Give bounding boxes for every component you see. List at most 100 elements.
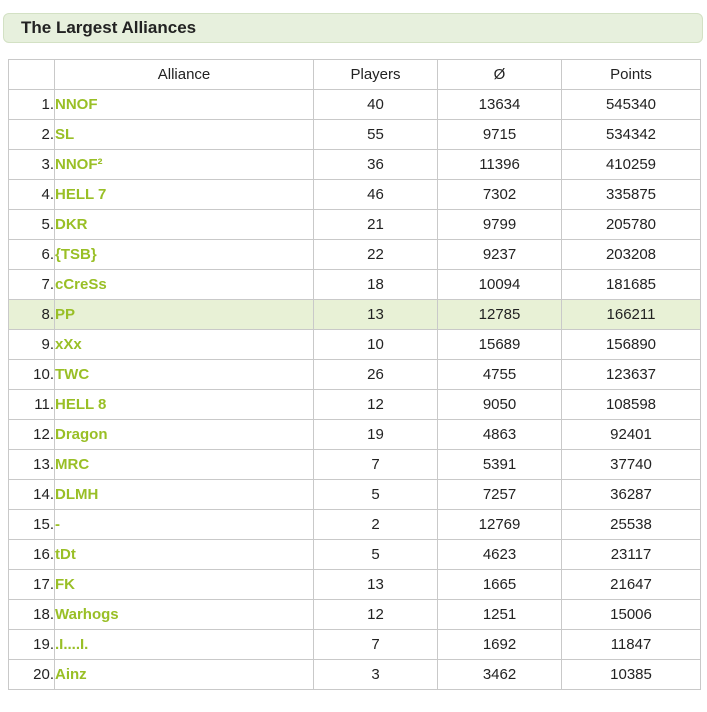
points-cell: 11847 xyxy=(561,629,701,660)
table-row: 13. MRC 7 5391 37740 xyxy=(8,449,701,480)
points-cell: 335875 xyxy=(561,179,701,210)
average-cell: 12769 xyxy=(437,509,562,540)
table-row: 2. SL 55 9715 534342 xyxy=(8,119,701,150)
table-row: 18. Warhogs 12 1251 15006 xyxy=(8,599,701,630)
alliance-name-link[interactable]: Warhogs xyxy=(54,599,314,630)
rank-cell: 17. xyxy=(8,569,55,600)
alliance-name-link[interactable]: Dragon xyxy=(54,419,314,450)
alliance-name-link[interactable]: cCreSs xyxy=(54,269,314,300)
points-cell: 92401 xyxy=(561,419,701,450)
players-cell: 19 xyxy=(313,419,438,450)
players-cell: 7 xyxy=(313,449,438,480)
alliance-name-link[interactable]: FK xyxy=(54,569,314,600)
table-row: 3. NNOF² 36 11396 410259 xyxy=(8,149,701,180)
players-cell: 13 xyxy=(313,569,438,600)
points-cell: 37740 xyxy=(561,449,701,480)
average-cell: 4863 xyxy=(437,419,562,450)
points-cell: 203208 xyxy=(561,239,701,270)
average-cell: 12785 xyxy=(437,299,562,330)
players-cell: 36 xyxy=(313,149,438,180)
table-row: 5. DKR 21 9799 205780 xyxy=(8,209,701,240)
average-cell: 4755 xyxy=(437,359,562,390)
alliance-name-link[interactable]: SL xyxy=(54,119,314,150)
players-cell: 10 xyxy=(313,329,438,360)
alliance-name-link[interactable]: {TSB} xyxy=(54,239,314,270)
average-cell: 9237 xyxy=(437,239,562,270)
players-cell: 46 xyxy=(313,179,438,210)
alliance-name-link[interactable]: NNOF xyxy=(54,89,314,120)
alliance-name-link[interactable]: tDt xyxy=(54,539,314,570)
rank-cell: 7. xyxy=(8,269,55,300)
rank-cell: 9. xyxy=(8,329,55,360)
rank-cell: 20. xyxy=(8,659,55,690)
players-cell: 7 xyxy=(313,629,438,660)
table-row: 17. FK 13 1665 21647 xyxy=(8,569,701,600)
points-cell: 410259 xyxy=(561,149,701,180)
rank-cell: 3. xyxy=(8,149,55,180)
points-cell: 166211 xyxy=(561,299,701,330)
column-header-average: Ø xyxy=(437,59,562,90)
points-cell: 36287 xyxy=(561,479,701,510)
players-cell: 2 xyxy=(313,509,438,540)
table-row: 1. NNOF 40 13634 545340 xyxy=(8,89,701,120)
players-cell: 12 xyxy=(313,599,438,630)
alliance-name-link[interactable]: Ainz xyxy=(54,659,314,690)
rank-cell: 5. xyxy=(8,209,55,240)
players-cell: 18 xyxy=(313,269,438,300)
points-cell: 108598 xyxy=(561,389,701,420)
average-cell: 9799 xyxy=(437,209,562,240)
rank-cell: 12. xyxy=(8,419,55,450)
table-row: 14. DLMH 5 7257 36287 xyxy=(8,479,701,510)
rank-cell: 1. xyxy=(8,89,55,120)
column-header-points: Points xyxy=(561,59,701,90)
alliance-name-link[interactable]: HELL 8 xyxy=(54,389,314,420)
table-row: 16. tDt 5 4623 23117 xyxy=(8,539,701,570)
rank-cell: 8. xyxy=(8,299,55,330)
alliance-name-link[interactable]: HELL 7 xyxy=(54,179,314,210)
rank-cell: 14. xyxy=(8,479,55,510)
alliance-name-link[interactable]: PP xyxy=(54,299,314,330)
table-row: 15. -2 12769 25538 xyxy=(8,509,701,540)
players-cell: 40 xyxy=(313,89,438,120)
points-cell: 156890 xyxy=(561,329,701,360)
alliance-name-link[interactable]: NNOF² xyxy=(54,149,314,180)
average-cell: 11396 xyxy=(437,149,562,180)
players-cell: 12 xyxy=(313,389,438,420)
points-cell: 15006 xyxy=(561,599,701,630)
table-row: 8. PP 13 12785 166211 xyxy=(8,299,701,330)
rank-cell: 18. xyxy=(8,599,55,630)
column-header-players: Players xyxy=(313,59,438,90)
points-cell: 181685 xyxy=(561,269,701,300)
players-cell: 3 xyxy=(313,659,438,690)
points-cell: 10385 xyxy=(561,659,701,690)
average-cell: 1692 xyxy=(437,629,562,660)
average-cell: 15689 xyxy=(437,329,562,360)
alliance-ranking-table: Alliance Players Ø Points 1. NNOF 40 13634 5… xyxy=(8,59,701,690)
rank-cell: 16. xyxy=(8,539,55,570)
points-cell: 534342 xyxy=(561,119,701,150)
average-cell: 4623 xyxy=(437,539,562,570)
alliance-name-link[interactable]: MRC xyxy=(54,449,314,480)
average-cell: 5391 xyxy=(437,449,562,480)
table-body: 1. NNOF 40 13634 545340 2. SL 55 9715 534342 3. NNO… xyxy=(8,89,701,690)
alliance-name-link[interactable]: DLMH xyxy=(54,479,314,510)
table-row: 12. Dragon 19 4863 92401 xyxy=(8,419,701,450)
table-row: 6. {TSB} 22 9237 203208 xyxy=(8,239,701,270)
page-title: The Largest Alliances xyxy=(3,13,703,43)
table-row: 9. xXx 10 15689 156890 xyxy=(8,329,701,360)
points-cell: 205780 xyxy=(561,209,701,240)
rank-cell: 4. xyxy=(8,179,55,210)
rank-cell: 19. xyxy=(8,629,55,660)
rank-cell: 15. xyxy=(8,509,55,540)
alliance-name-link[interactable]: .I....I. xyxy=(54,629,314,660)
table-row: 7. cCreSs 18 10094 181685 xyxy=(8,269,701,300)
players-cell: 5 xyxy=(313,539,438,570)
alliance-name-link[interactable]: - xyxy=(54,509,314,540)
average-cell: 9050 xyxy=(437,389,562,420)
alliance-name-link[interactable]: xXx xyxy=(54,329,314,360)
players-cell: 13 xyxy=(313,299,438,330)
average-cell: 1665 xyxy=(437,569,562,600)
alliance-name-link[interactable]: DKR xyxy=(54,209,314,240)
column-header-rank xyxy=(8,59,55,90)
alliance-name-link[interactable]: TWC xyxy=(54,359,314,390)
